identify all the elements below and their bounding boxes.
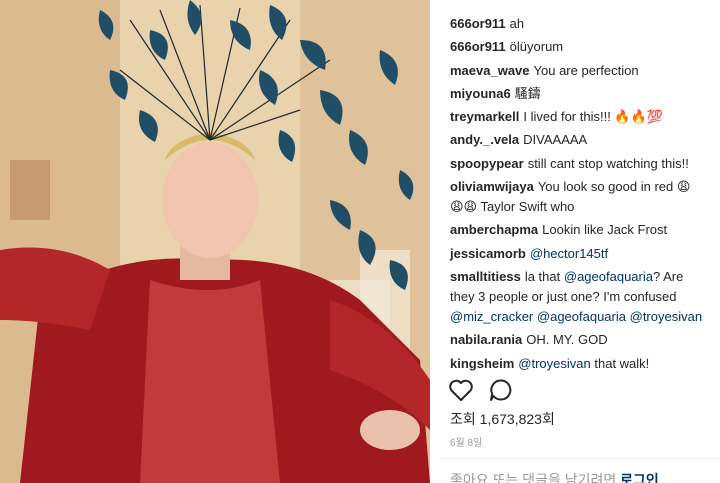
comment-text: DIVAAAAA — [523, 132, 588, 148]
comment-username[interactable]: kingsheim — [450, 356, 514, 371]
mention-link[interactable]: @miz_cracker — [450, 309, 533, 324]
login-prompt: 좋아요 또는 댓글을 남기려면 로그인 — [450, 470, 659, 483]
comment-username[interactable]: maeva_wave — [450, 63, 530, 78]
comment-username[interactable]: 666or911 — [450, 39, 506, 54]
comment: smalltitiess la that @ageofaquaria? Are t… — [450, 267, 706, 327]
comment-text-continued: 😩😩 Taylor Swift who — [450, 199, 575, 215]
comment-username[interactable]: smalltitiess — [450, 269, 521, 284]
comment-text: 騷鑄 — [514, 85, 541, 101]
comment: 666or911 ölüyorum — [450, 37, 706, 57]
comment: spoopypear still cant stop watching this!… — [450, 154, 706, 174]
comment-username[interactable]: treymarkell — [450, 109, 519, 124]
divider — [440, 458, 720, 459]
comment-username[interactable]: miyouna6 — [450, 86, 511, 101]
comment-username[interactable]: spoopypear — [450, 156, 524, 171]
view-number: 1,673,823회 — [479, 411, 555, 427]
comment: oliviamwijaya You look so good in red 😩 😩… — [450, 177, 706, 217]
comment-text: Lookin like Jack Frost — [542, 222, 668, 238]
view-label: 조회 — [450, 411, 476, 427]
comment-text: I lived for this!!! 🔥🔥💯 — [523, 109, 663, 125]
comment-text: OH. MY. GOD — [526, 332, 608, 348]
login-link[interactable]: 로그인 — [620, 472, 659, 483]
comment-username[interactable]: amberchapma — [450, 222, 538, 237]
login-prompt-text: 좋아요 또는 댓글을 남기려면 — [450, 472, 617, 483]
comment-username[interactable]: 666or911 — [450, 16, 506, 31]
comment-text: la that — [524, 268, 561, 284]
view-count: 조회 1,673,823회 — [450, 409, 555, 429]
heart-icon[interactable] — [448, 378, 474, 402]
comment-username[interactable]: jessicamorb — [450, 246, 526, 261]
comment-text: ah — [509, 16, 525, 31]
comment: amberchapma Lookin like Jack Frost — [450, 220, 706, 240]
comment: jessicamorb @hector145tf — [450, 244, 706, 264]
mention-link[interactable]: @hector145tf — [530, 246, 608, 261]
comment-username[interactable]: andy._.vela — [450, 132, 519, 147]
comment-text: ölüyorum — [509, 39, 564, 55]
comment: kingsheim @troyesivan that walk! — [450, 354, 706, 374]
comment: miyouna6 騷鑄 — [450, 84, 706, 104]
comment: 666or911 ah — [450, 14, 706, 34]
comment-text: that walk! — [594, 355, 650, 371]
comment: maeva_wave You are perfection — [450, 61, 706, 81]
comment-text: You look so good in red 😩 — [537, 179, 691, 195]
comments-panel: 666or911 ah 666or911 ölüyorum maeva_wave Yo… — [440, 0, 720, 483]
mention-link[interactable]: @ageofaquaria — [537, 309, 626, 324]
comment-list: 666or911 ah 666or911 ölüyorum maeva_wave Yo… — [440, 0, 720, 374]
video-frame-illustration — [0, 0, 430, 483]
mention-link[interactable]: @troyesivan — [518, 356, 590, 371]
comment: andy._.vela DIVAAAAA — [450, 130, 706, 150]
comment-icon[interactable] — [488, 378, 514, 402]
post-actions — [448, 378, 514, 402]
comment: nabila.rania OH. MY. GOD — [450, 330, 706, 350]
post-video[interactable] — [0, 0, 430, 483]
comment: treymarkell I lived for this!!! 🔥🔥💯 — [450, 107, 706, 127]
post-date[interactable]: 6월 8일 — [450, 434, 482, 454]
comment-username[interactable]: oliviamwijaya — [450, 179, 534, 194]
comment-username[interactable]: nabila.rania — [450, 332, 522, 347]
mention-link[interactable]: @ageofaquaria — [564, 269, 653, 284]
comment-text: still cant stop watching this!! — [527, 155, 689, 171]
mention-link[interactable]: @troyesivan — [630, 309, 702, 324]
comment-text: You are perfection — [533, 62, 639, 78]
